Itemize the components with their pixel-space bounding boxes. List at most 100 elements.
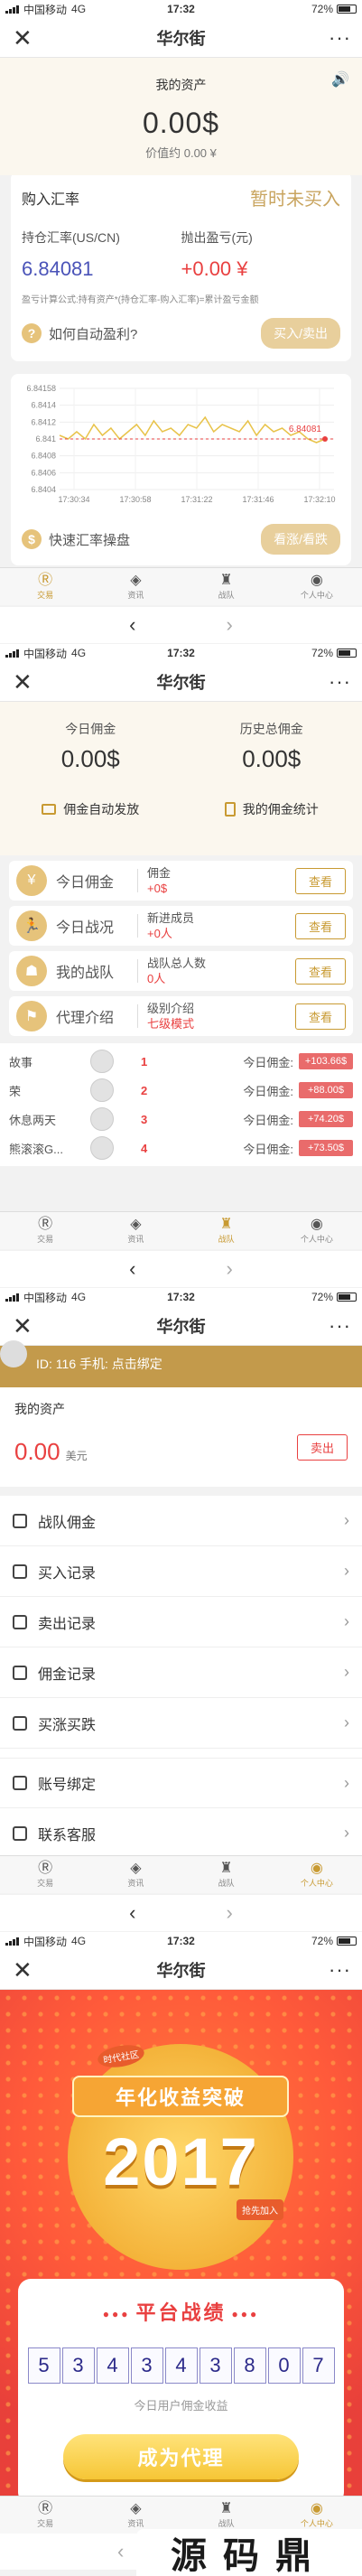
menu-item-team-commission[interactable]: 战队佣金› <box>0 1496 362 1546</box>
dollar-icon: $ <box>22 529 42 549</box>
rank-number: 2 <box>141 1084 168 1097</box>
close-icon[interactable]: ✕ <box>13 26 32 50</box>
commission-label: 今日佣金: <box>168 1053 299 1070</box>
status-bar: 中国移动4G 17:32 72% <box>0 644 362 662</box>
page-title: 华尔街 <box>157 670 206 694</box>
y-tick-label: 6.8412 <box>31 417 56 426</box>
rank-number: 4 <box>141 1142 168 1155</box>
sell-button[interactable]: 卖出 <box>297 1434 348 1461</box>
buy-sell-button[interactable]: 买入/卖出 <box>261 318 340 349</box>
view-button[interactable]: 查看 <box>295 958 346 985</box>
screen-agent-promo: 中国移动4G 17:32 72% ✕ 华尔街 ··· 时代社区 年化收益突破 2… <box>0 1932 362 2576</box>
list-item[interactable]: 休息两天3今日佣金:+74.20$ <box>0 1105 362 1134</box>
digit: 3 <box>200 2347 232 2384</box>
tab-news[interactable]: ◈资讯 <box>90 1856 181 1893</box>
tab-news[interactable]: ◈资讯 <box>90 568 181 605</box>
back-icon[interactable]: ‹ <box>129 1257 135 1281</box>
browser-nav: ‹› <box>0 1251 362 1287</box>
trophy-icon: ♜ <box>219 1861 232 1877</box>
close-icon[interactable]: ✕ <box>13 1314 32 1338</box>
help-link[interactable]: 如何自动盈利? <box>49 324 137 343</box>
rank-number: 1 <box>141 1055 168 1069</box>
menu-item-rise-fall[interactable]: 买涨买跌› <box>0 1698 362 1749</box>
close-icon[interactable]: ✕ <box>13 670 32 694</box>
menu-item-sell-records[interactable]: 卖出记录› <box>0 1597 362 1647</box>
nav-bar: ✕ 华尔街 ··· <box>0 18 362 58</box>
news-icon: ◈ <box>130 2501 141 2517</box>
trade-icon: Ⓡ <box>38 2501 52 2517</box>
forward-icon[interactable]: › <box>227 1257 233 1281</box>
tab-trade[interactable]: Ⓡ交易 <box>0 1856 90 1893</box>
avatar <box>0 1340 27 1367</box>
browser-nav: ‹› <box>0 607 362 643</box>
forward-icon[interactable]: › <box>227 1901 233 1925</box>
document-icon <box>13 1564 27 1579</box>
view-button[interactable]: 查看 <box>295 913 346 939</box>
back-icon[interactable]: ‹ <box>129 613 135 637</box>
tab-trade[interactable]: Ⓡ交易 <box>0 568 90 605</box>
rise-fall-button[interactable]: 看涨/看跌 <box>261 524 340 555</box>
info-row-today-commission: ¥ 今日佣金 佣金+0$ 查看 <box>9 861 353 901</box>
commission-label: 今日佣金: <box>168 1111 299 1128</box>
chart-help-link[interactable]: 快速汇率操盘 <box>49 530 130 549</box>
menu-item-commission-records[interactable]: 佣金记录› <box>0 1647 362 1698</box>
tab-profile[interactable]: ◉个人中心 <box>272 1856 362 1893</box>
view-button[interactable]: 查看 <box>295 868 346 894</box>
tab-team[interactable]: ♜战队 <box>181 1856 272 1893</box>
dot-ornament-icon: ●●● <box>232 2308 260 2320</box>
tab-trade[interactable]: Ⓡ交易 <box>0 1212 90 1249</box>
forward-icon[interactable]: › <box>227 613 233 637</box>
commission-label: 今日佣金: <box>168 1140 299 1157</box>
more-icon[interactable]: ··· <box>329 670 351 694</box>
commission-amount: +103.66$ <box>299 1053 353 1069</box>
tab-team[interactable]: ♜战队 <box>181 1212 272 1249</box>
become-agent-button[interactable]: 成为代理 <box>63 2434 299 2479</box>
status-bar: 中国移动4G 17:32 72% <box>0 1932 362 1950</box>
status-bar: 中国移动4G 17:32 72% <box>0 0 362 18</box>
tab-label: 交易 <box>37 1877 53 1889</box>
pl-value: +0.00 ¥ <box>181 257 341 281</box>
tab-trade[interactable]: Ⓡ交易 <box>0 2497 90 2534</box>
tab-news[interactable]: ◈资讯 <box>90 1212 181 1249</box>
commission-header: 今日佣金0.00$ 历史总佣金0.00$ 佣金自动发放 我的佣金统计 <box>0 702 362 855</box>
digit: 5 <box>28 2347 60 2384</box>
today-commission-value: 0.00$ <box>0 745 181 773</box>
chevron-right-icon: › <box>344 1774 349 1793</box>
tab-team[interactable]: ♜战队 <box>181 568 272 605</box>
user-id-line[interactable]: ID: 116 手机: 点击绑定 <box>36 1355 162 1373</box>
menu-item-account-binding[interactable]: 账号绑定› <box>0 1758 362 1808</box>
more-icon[interactable]: ··· <box>329 1958 351 1982</box>
my-stats-button[interactable]: 我的佣金统计 <box>181 800 362 818</box>
back-icon[interactable]: ‹ <box>129 1901 135 1925</box>
hold-rate-value: 6.84081 <box>22 257 181 281</box>
nav-bar: ✕ 华尔街 ··· <box>0 662 362 702</box>
digit: 8 <box>234 2347 266 2384</box>
dot-ornament-icon: ●●● <box>103 2308 131 2320</box>
more-icon[interactable]: ··· <box>329 1314 351 1338</box>
asset-header: 🔊 我的资产 0.00$ 价值约 0.00 ¥ <box>0 58 362 175</box>
hold-rate-label: 持仓汇率(US/CN) <box>22 229 181 247</box>
close-icon[interactable]: ✕ <box>13 1958 32 1982</box>
list-item[interactable]: 熊滚滚G...4今日佣金:+73.50$ <box>0 1134 362 1162</box>
tab-news[interactable]: ◈资讯 <box>90 2497 181 2534</box>
history-commission-value: 0.00$ <box>181 745 362 773</box>
tab-profile[interactable]: ◉个人中心 <box>272 568 362 605</box>
menu-item-buy-records[interactable]: 买入记录› <box>0 1546 362 1597</box>
speaker-icon[interactable]: 🔊 <box>331 70 349 89</box>
formula-note: 盈亏计算公式:持有资产*(持仓汇率-购入汇率)=累计盈亏金额 <box>22 292 340 305</box>
more-icon[interactable]: ··· <box>329 26 351 50</box>
list-item[interactable]: 故事1今日佣金:+103.66$ <box>0 1047 362 1076</box>
runner-icon: 🏃 <box>16 910 47 941</box>
digit: 0 <box>268 2347 301 2384</box>
rate-chart[interactable]: 6.841586.84146.84126.8416.84086.84066.84… <box>22 381 340 517</box>
nav-bar: ✕ 华尔街 ··· <box>0 1306 362 1346</box>
menu-item-customer-service[interactable]: 联系客服› <box>0 1808 362 1859</box>
row-line1: 战队总人数 <box>147 956 295 971</box>
back-icon[interactable]: ‹ <box>117 2540 124 2563</box>
commission-amount: +88.00$ <box>299 1082 353 1098</box>
view-button[interactable]: 查看 <box>295 1003 346 1030</box>
copy-icon <box>13 1776 27 1790</box>
tab-profile[interactable]: ◉个人中心 <box>272 1212 362 1249</box>
list-item[interactable]: 荣2今日佣金:+88.00$ <box>0 1076 362 1105</box>
auto-pay-button[interactable]: 佣金自动发放 <box>0 800 181 818</box>
